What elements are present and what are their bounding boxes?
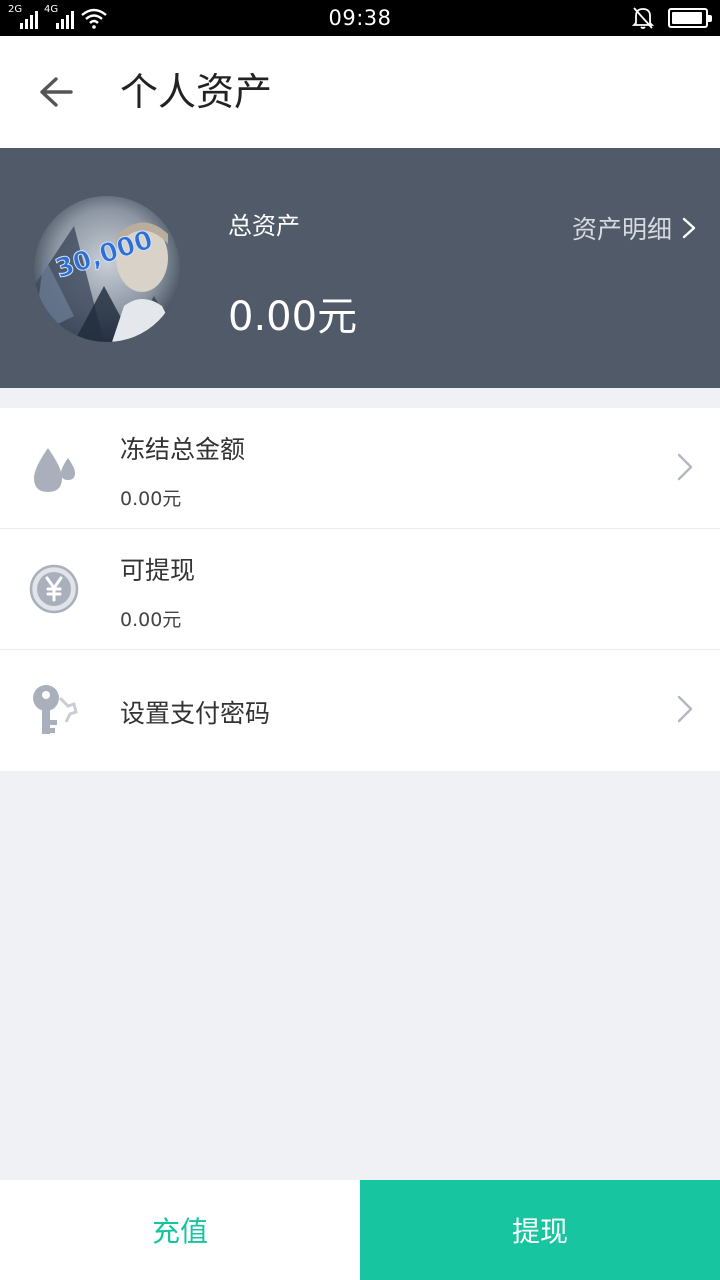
key-icon — [28, 682, 80, 738]
withdraw-button[interactable]: 提现 — [360, 1180, 720, 1280]
avatar[interactable]: 30,000 — [34, 196, 180, 342]
list-item-frozen-amount[interactable]: 冻结总金额 0.00元 — [0, 408, 720, 529]
list-item-withdrawable: 可提现 0.00元 — [0, 529, 720, 650]
chevron-right-icon — [682, 217, 696, 239]
yen-coin-icon — [28, 561, 80, 617]
total-assets-label: 总资产 — [228, 212, 300, 240]
item-value: 0.00元 — [120, 609, 182, 631]
asset-list: 冻结总金额 0.00元 可提现 0.00元 设置支付密码 — [0, 408, 720, 771]
battery-icon — [668, 8, 712, 28]
item-title: 冻结总金额 — [120, 435, 246, 464]
status-time: 09:38 — [328, 6, 392, 30]
item-title: 设置支付密码 — [120, 699, 271, 728]
chevron-right-icon — [676, 694, 694, 728]
notification-off-icon — [632, 7, 654, 29]
app-header: 个人资产 — [0, 36, 720, 148]
asset-detail-link[interactable]: 资产明细 — [572, 210, 696, 246]
item-value: 0.00元 — [120, 488, 182, 510]
chevron-right-icon — [676, 452, 694, 486]
recharge-button[interactable]: 充值 — [0, 1180, 360, 1280]
battery-fill — [672, 12, 703, 24]
water-drop-icon — [28, 440, 80, 496]
bottom-action-bar: 充值 提现 — [0, 1180, 720, 1280]
page-title: 个人资产 — [120, 70, 273, 114]
status-bar: 2G 4G 09:38 — [0, 0, 720, 36]
asset-summary-panel: 30,000 总资产 0.00元 资产明细 — [0, 148, 720, 388]
back-arrow-icon — [40, 77, 73, 107]
list-item-set-payment-password[interactable]: 设置支付密码 — [0, 650, 720, 771]
item-title: 可提现 — [120, 556, 196, 585]
asset-detail-label: 资产明细 — [571, 215, 672, 244]
total-assets-value: 0.00元 — [228, 294, 358, 340]
back-button[interactable] — [24, 64, 88, 120]
